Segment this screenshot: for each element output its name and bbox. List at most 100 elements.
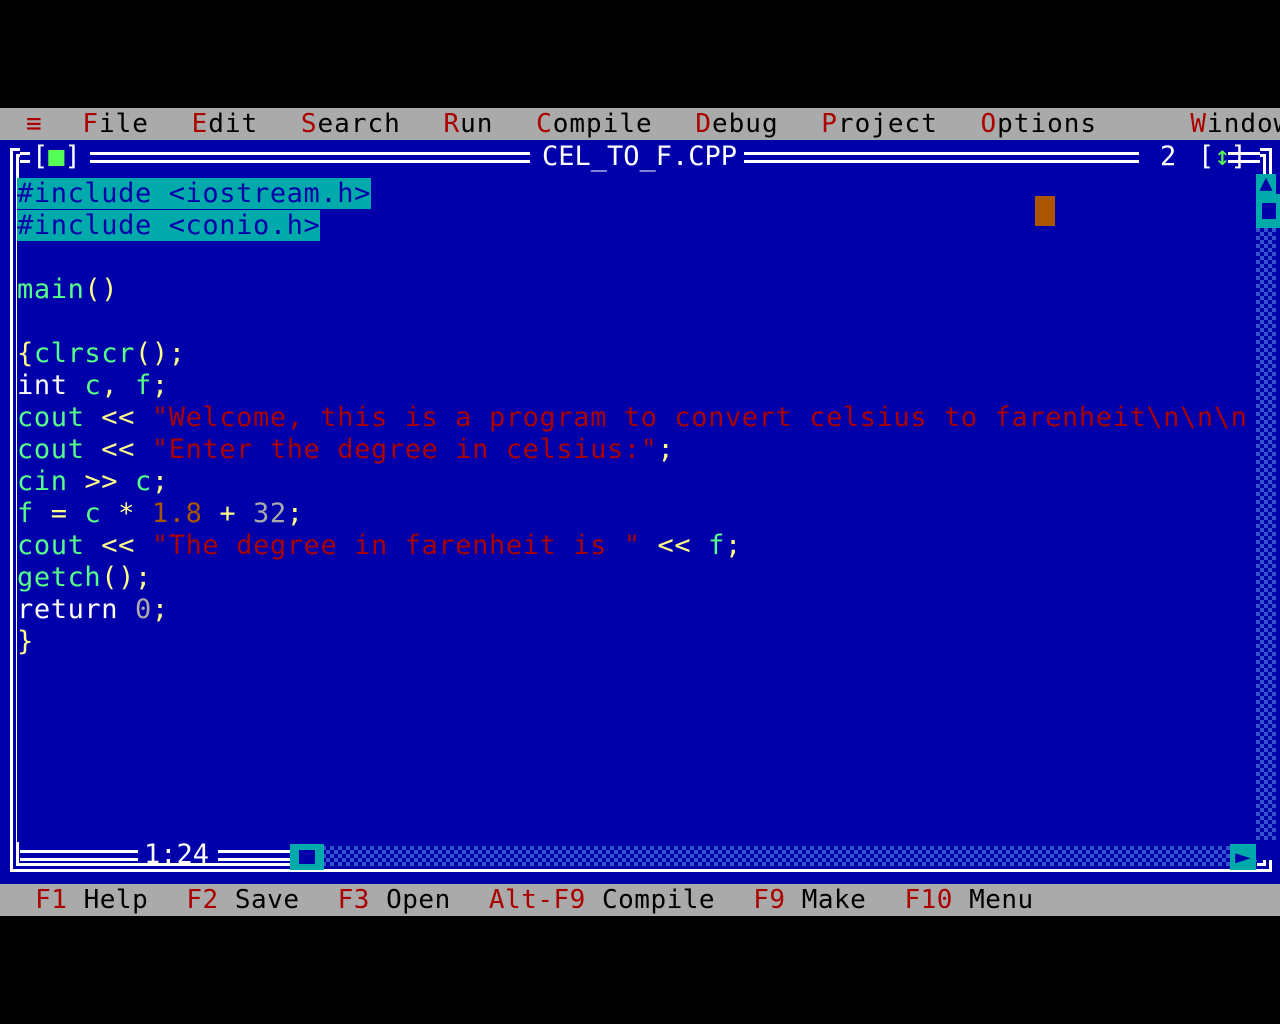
close-icon: ■ (48, 141, 65, 172)
code-token: int (17, 370, 68, 401)
code-line[interactable]: cin >> c; (17, 466, 169, 498)
code-token: << (101, 434, 135, 465)
title-rule-left-b (20, 160, 30, 163)
code-line[interactable]: #include <iostream.h> (17, 178, 371, 210)
code-line[interactable] (17, 242, 34, 274)
status-label-compile: Compile (601, 885, 716, 915)
menu-hotkey-file: F (82, 109, 99, 139)
code-line[interactable]: return 0; (17, 594, 169, 626)
code-editor-area[interactable]: #include <iostream.h> #include <conio.h> … (17, 178, 1250, 842)
status-item-open[interactable]: F3 Open (327, 884, 462, 916)
status-item-make[interactable]: F9 Make (742, 884, 877, 916)
title-rule-mid-a (90, 152, 530, 155)
cursor-position-indicator: 1:24 (144, 839, 210, 870)
code-line[interactable] (17, 306, 34, 338)
code-token: << (101, 530, 135, 561)
code-token: << (657, 530, 692, 561)
status-label-save: Save (234, 885, 300, 915)
code-token: f (17, 498, 34, 529)
window-number: 2 (1160, 141, 1177, 172)
menu-item-debug[interactable]: Debug (682, 108, 791, 140)
code-line[interactable]: cout << "Welcome, this is a program to c… (17, 402, 1250, 434)
menu-label-project: roject (837, 109, 938, 139)
system-menu-icon[interactable]: ≡ (0, 108, 53, 140)
code-line[interactable]: int c, f; (17, 370, 169, 402)
code-token: ; (151, 594, 169, 625)
code-token: (); (101, 562, 152, 593)
vertical-scrollbar-thumb[interactable] (1256, 194, 1280, 228)
code-token: 0 (135, 594, 152, 625)
zoom-box-bracket-right: ] (1230, 141, 1247, 172)
menu-item-compile[interactable]: Compile (523, 108, 666, 140)
menu-item-run[interactable]: Run (430, 108, 506, 140)
code-token: cout (17, 402, 85, 433)
code-line[interactable]: getch(); (17, 562, 152, 594)
code-line[interactable]: #include <conio.h> (17, 210, 321, 242)
menu-hotkey-edit: E (191, 109, 209, 139)
scroll-up-arrow[interactable]: ▲ (1256, 173, 1276, 195)
status-key-f2: F2 (186, 885, 219, 915)
status-item-compile[interactable]: Alt-F9 Compile (478, 884, 726, 916)
menu-item-project[interactable]: Project (808, 108, 951, 140)
status-key-f9: F9 (753, 885, 786, 915)
status-rule-right-b (218, 858, 290, 861)
title-rule-mid-b (90, 160, 530, 163)
code-token: () (84, 274, 119, 305)
code-token: << (101, 402, 135, 433)
scroll-down-arrow[interactable]: ▼ (1256, 839, 1276, 861)
menu-item-file[interactable]: File (69, 108, 162, 140)
menu-item-edit[interactable]: Edit (179, 108, 272, 140)
code-token: = (50, 498, 68, 529)
status-key-f3: F3 (337, 885, 370, 915)
status-bar: F1 Help F2 Save F3 Open Alt-F9 Compile F… (0, 884, 1280, 916)
code-line[interactable]: cout << "The degree in farenheit is " <<… (17, 530, 742, 562)
menu-hotkey-compile: C (536, 109, 553, 139)
screen: ≡ File Edit Search Run Compile Debug Pro… (0, 0, 1280, 1024)
code-token: 1.8 (151, 498, 203, 529)
code-token: getch (17, 562, 102, 593)
menu-item-window[interactable]: Window (1177, 108, 1280, 140)
status-item-save[interactable]: F2 Save (175, 884, 310, 916)
zoom-box-bracket-left: [ (1198, 141, 1215, 172)
code-line[interactable]: } (17, 626, 34, 658)
menu-label-debug: ebug (711, 109, 779, 139)
code-token: c (135, 466, 152, 497)
code-token: { (17, 338, 34, 369)
code-line[interactable]: f = c * 1.8 + 32; (17, 498, 304, 530)
code-token: #include <iostream.h> (17, 178, 371, 209)
code-line[interactable]: main() (17, 274, 118, 306)
horizontal-scrollbar-track[interactable] (302, 846, 1257, 866)
code-token: ; (724, 530, 742, 561)
code-line[interactable]: cout << "Enter the degree in celsius:"; (17, 434, 674, 466)
menu-item-options[interactable]: Options (968, 108, 1111, 140)
code-token: ; (286, 498, 304, 529)
code-token: cout (17, 530, 85, 561)
code-token: #include <conio.h> (17, 210, 321, 241)
code-token: cout (17, 434, 85, 465)
status-label-open: Open (386, 885, 451, 915)
code-token: + (219, 498, 237, 529)
window-zoom-box[interactable]: [↕] (1198, 141, 1247, 172)
status-label-menu: Menu (969, 885, 1034, 915)
horizontal-scrollbar-thumb[interactable] (290, 844, 324, 870)
code-token: >> (84, 466, 119, 497)
menu-item-search[interactable]: Search (288, 108, 414, 140)
status-item-menu[interactable]: F10 Menu (893, 884, 1044, 916)
scroll-right-arrow[interactable]: ► (1230, 844, 1256, 870)
window-close-box[interactable]: [■] (32, 141, 81, 172)
code-line[interactable]: {clrscr(); (17, 338, 186, 370)
editor-window[interactable]: [■] CEL_TO_F.CPP 2 [↕] #include <iostrea… (2, 141, 1280, 874)
status-label-help: Help (83, 885, 149, 915)
vertical-scrollbar-track[interactable] (1256, 192, 1276, 840)
status-item-help[interactable]: F1 Help (24, 884, 159, 916)
